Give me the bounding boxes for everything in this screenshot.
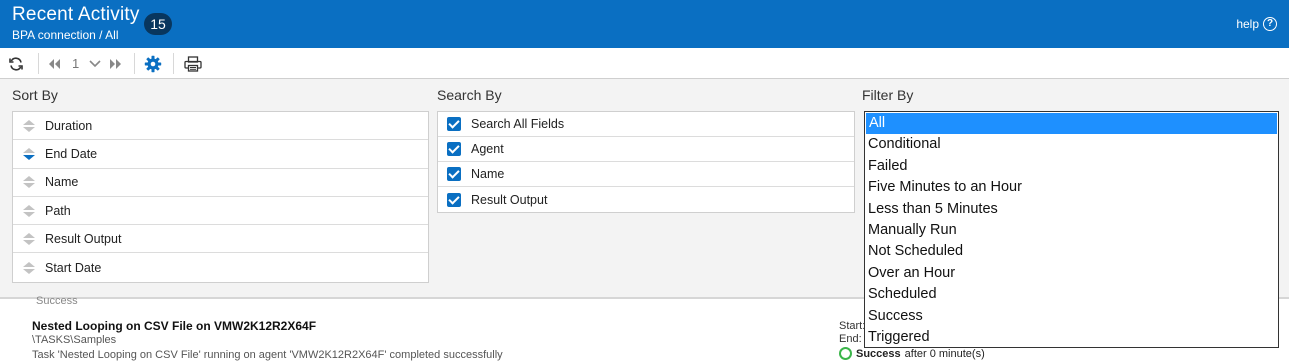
sort-arrows-icon [13,204,45,217]
sort-item-label: Name [45,175,79,190]
sort-by-title: Sort By [12,87,58,103]
sort-item-path[interactable]: Path [13,197,428,226]
sort-item-label: Result Output [45,231,122,246]
sort-arrows-icon [13,261,45,274]
checkbox-checked-icon[interactable] [447,192,461,207]
filter-option-all[interactable]: All [866,113,1277,135]
sort-item-result-output[interactable]: Result Output [13,225,428,254]
filter-by-listbox[interactable]: All Conditional Failed Five Minutes to a… [864,111,1279,348]
page-title: Recent Activity [12,4,140,25]
page-number[interactable]: 1 [72,56,79,71]
help-label: help [1236,17,1259,31]
filter-option-failed[interactable]: Failed [865,156,1278,177]
sort-item-label: End Date [45,146,98,161]
search-by-title: Search By [437,87,502,103]
checkbox-checked-icon[interactable] [447,117,461,131]
filter-option-less-than-5-minutes[interactable]: Less than 5 Minutes [865,199,1278,220]
search-option-label: Result Output [471,192,548,207]
start-label: Start: [839,320,866,332]
sort-arrows-icon [13,176,45,189]
sort-item-name[interactable]: Name [13,169,428,197]
sort-arrows-icon [13,119,45,132]
sort-list: Duration End Date Name Path Result Outpu… [12,111,429,283]
status-label: Success [856,347,901,360]
filter-option-scheduled[interactable]: Scheduled [865,284,1278,305]
filter-option-over-an-hour[interactable]: Over an Hour [865,263,1278,284]
help-link[interactable]: help ? [1236,17,1277,31]
next-page-icon[interactable] [108,54,124,74]
filter-option-success[interactable]: Success [865,306,1278,327]
search-option-label: Name [471,167,505,181]
search-option-name[interactable]: Name [438,162,854,187]
toolbar: 1 [0,48,1289,79]
search-option-label: Agent [471,142,504,156]
sort-arrows-icon [13,232,45,245]
breadcrumb[interactable]: BPA connection / All [12,28,119,42]
gear-icon[interactable] [143,54,163,74]
task-title[interactable]: Nested Looping on CSV File on VMW2K12R2X… [32,319,316,333]
sort-item-start-date[interactable]: Start Date [13,253,428,281]
checkbox-checked-icon[interactable] [447,142,461,156]
sort-item-end-date[interactable]: End Date [13,140,428,169]
task-path: \TASKS\Samples [32,334,117,346]
end-label: End: [839,333,862,345]
sort-item-label: Start Date [45,260,102,275]
sort-item-duration[interactable]: Duration [13,112,428,141]
status-detail: after 0 minute(s) [904,347,985,360]
previous-item-status: Success [36,295,78,307]
sort-item-label: Path [45,203,71,218]
checkbox-checked-icon[interactable] [447,167,461,181]
filter-option-triggered[interactable]: Triggered [865,327,1278,348]
filter-option-manually-run[interactable]: Manually Run [865,220,1278,241]
search-by-list: Search All Fields Agent Name Result Outp… [437,111,855,213]
success-icon [839,347,852,360]
refresh-icon[interactable] [6,54,26,74]
search-option-label: Search All Fields [471,117,565,131]
print-icon[interactable] [183,54,203,74]
search-option-agent[interactable]: Agent [438,137,854,162]
task-description: Task 'Nested Looping on CSV File' runnin… [32,349,503,361]
help-icon: ? [1263,17,1277,31]
previous-page-icon[interactable] [46,54,62,74]
filter-option-five-minutes-to-an-hour[interactable]: Five Minutes to an Hour [865,177,1278,198]
activity-count-badge: 15 [144,13,172,35]
filter-option-not-scheduled[interactable]: Not Scheduled [865,241,1278,262]
toolbar-divider [38,53,39,74]
sort-item-label: Duration [45,118,93,133]
sort-descending-icon [13,147,45,160]
toolbar-divider [173,53,174,74]
app-header: Recent Activity BPA connection / All 15 … [0,0,1289,48]
status-row: Success after 0 minute(s) [839,347,985,360]
toolbar-divider [134,53,135,74]
search-option-result-output[interactable]: Result Output [438,187,854,212]
filter-by-title: Filter By [862,87,914,103]
filter-option-conditional[interactable]: Conditional [865,134,1278,155]
chevron-down-icon[interactable] [88,54,102,74]
search-option-all-fields[interactable]: Search All Fields [438,112,854,137]
